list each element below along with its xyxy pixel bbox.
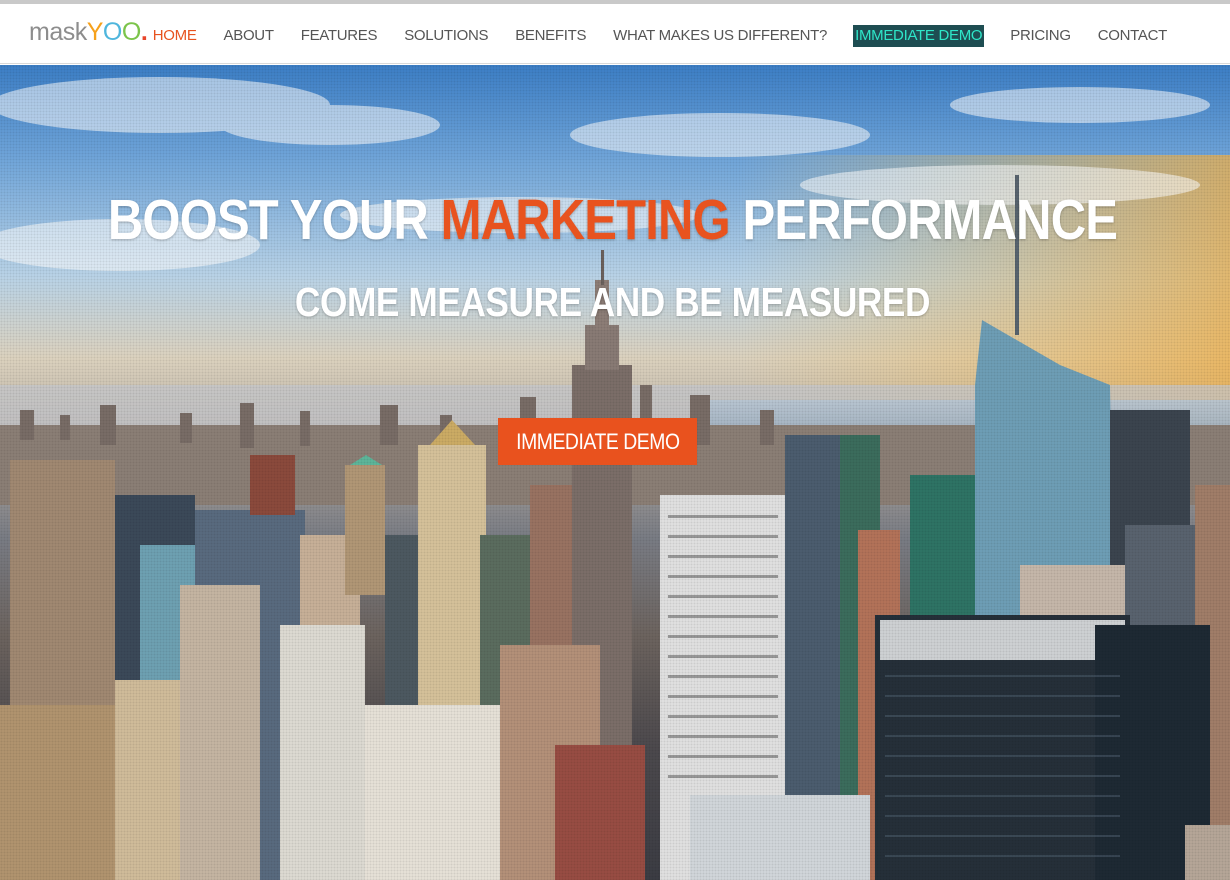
- logo-text-mask: mask: [29, 18, 87, 46]
- headline-part-performance: PERFORMANCE: [729, 188, 1118, 252]
- nav-what-makes-us-different[interactable]: WHAT MAKES US DIFFERENT?: [612, 26, 828, 46]
- nav-solutions[interactable]: SOLUTIONS: [403, 26, 489, 46]
- immediate-demo-button[interactable]: IMMEDIATE DEMO: [498, 418, 697, 465]
- logo-dot: .: [140, 18, 148, 46]
- headline-accent-marketing: MARKETING: [440, 188, 731, 252]
- hero-headline: BOOST YOUR MARKETING PERFORMANCE: [84, 187, 1142, 253]
- hero-subheadline: COME MEASURE AND BE MEASURED: [294, 279, 931, 325]
- nav-benefits[interactable]: BENEFITS: [514, 26, 587, 46]
- nav-about[interactable]: ABOUT: [223, 26, 275, 46]
- nav-contact[interactable]: CONTACT: [1097, 26, 1168, 46]
- maskyoo-logo[interactable]: mask Y O O.: [29, 18, 148, 52]
- logo-letter-o-blue: O: [102, 18, 122, 46]
- nav-pricing[interactable]: PRICING: [1009, 26, 1071, 46]
- logo-letter-o-green: O: [121, 18, 141, 46]
- immediate-demo-button-label: IMMEDIATE DEMO: [515, 428, 680, 454]
- headline-part-boost: BOOST YOUR: [107, 188, 441, 252]
- logo-letter-y: Y: [86, 18, 104, 46]
- hero-section: BOOST YOUR MARKETING PERFORMANCE COME ME…: [0, 65, 1230, 880]
- nav-features[interactable]: FEATURES: [300, 26, 379, 46]
- main-nav: HOME ABOUT FEATURES SOLUTIONS BENEFITS W…: [152, 25, 1168, 47]
- nav-immediate-demo[interactable]: IMMEDIATE DEMO: [853, 25, 985, 47]
- site-header: mask Y O O. HOME ABOUT FEATURES SOLUTIONS B…: [0, 4, 1230, 64]
- nav-home[interactable]: HOME: [152, 26, 198, 46]
